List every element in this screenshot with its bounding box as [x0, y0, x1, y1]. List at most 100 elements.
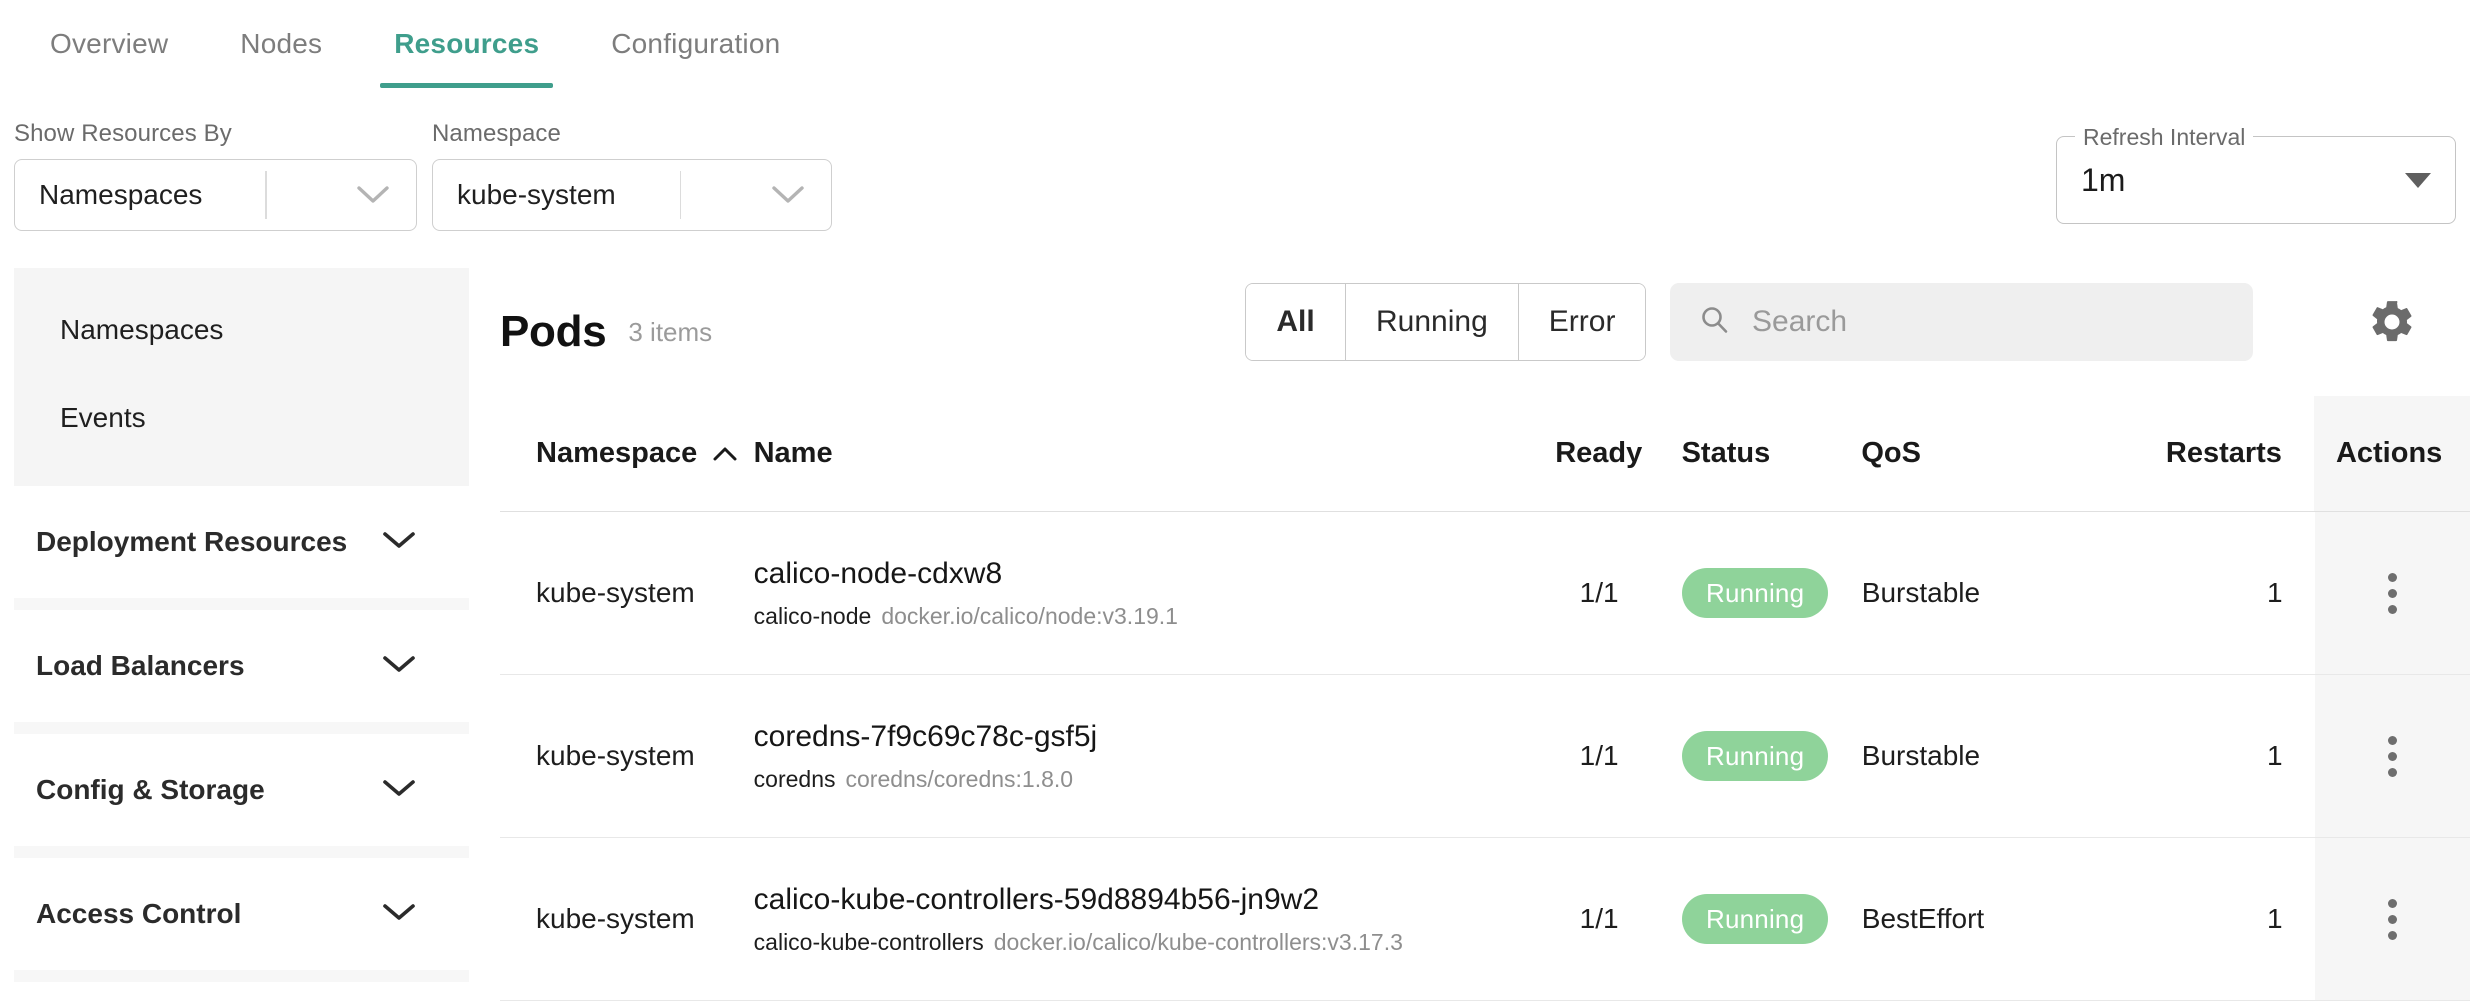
chevron-down-icon[interactable]: [381, 777, 417, 804]
namespace-select[interactable]: kube-system: [432, 159, 832, 231]
show-resources-by-select[interactable]: Namespaces: [14, 159, 417, 231]
sidebar-section-access-control[interactable]: Access Control: [14, 858, 469, 970]
table-header-row: Namespace Name Ready Status QoS Restarts…: [500, 396, 2470, 512]
cell-restarts: 1: [2266, 740, 2283, 771]
container-image: docker.io/calico/node:v3.19.1: [881, 602, 1178, 629]
filter-error-button[interactable]: Error: [1518, 284, 1646, 360]
container-name: coredns: [753, 765, 836, 792]
sidebar-section-load-balancers[interactable]: Load Balancers: [14, 610, 469, 722]
table-row[interactable]: kube-system coredns-7f9c69c78c-gsf5j cor…: [500, 675, 2470, 838]
pod-name[interactable]: calico-kube-controllers-59d8894b56-jn9w2: [754, 881, 1319, 919]
more-actions-icon[interactable]: [2387, 898, 2397, 940]
cell-qos: BestEffort: [1861, 903, 1985, 934]
search-icon: [1698, 304, 1730, 341]
show-resources-by-group: Show Resources By Namespaces: [14, 120, 417, 231]
cell-qos: Burstable: [1861, 740, 1981, 771]
cell-ready: 1/1: [1579, 740, 1619, 771]
table-row[interactable]: kube-system calico-kube-controllers-59d8…: [500, 838, 2470, 1001]
column-header-qos[interactable]: QoS: [1861, 396, 2104, 511]
cell-actions: [2314, 838, 2470, 1000]
chevron-down-icon[interactable]: [745, 184, 831, 206]
status-badge: Running: [1681, 731, 1829, 781]
caret-down-icon[interactable]: [2405, 172, 2431, 188]
search-box[interactable]: [1670, 283, 2253, 361]
cell-status: Running: [1672, 512, 1862, 674]
column-header-namespace[interactable]: Namespace: [500, 396, 754, 511]
cell-ready: 1/1: [1579, 577, 1619, 608]
chevron-down-icon[interactable]: [330, 184, 416, 206]
resources-sidebar: Namespaces Events Deployment Resources L…: [14, 268, 469, 1008]
cell-status: Running: [1672, 675, 1862, 837]
main-tab-bar: Overview Nodes Resources Configuration: [0, 0, 2470, 88]
container-name: calico-node: [753, 602, 872, 629]
content-header: Pods 3 items All Running Error: [500, 268, 2470, 396]
pod-container-info: coredns coredns/coredns:1.8.0: [754, 766, 1073, 794]
pod-name[interactable]: calico-node-cdxw8: [754, 555, 1002, 593]
cell-name: calico-node-cdxw8 calico-node docker.io/c…: [754, 512, 1527, 674]
cell-restarts: 1: [2266, 577, 2283, 608]
container-name: calico-kube-controllers: [753, 928, 984, 955]
table-row[interactable]: kube-system calico-node-cdxw8 calico-nod…: [500, 512, 2470, 675]
select-divider: [265, 171, 267, 219]
cell-qos: Burstable: [1861, 577, 1981, 608]
sidebar-section-deployment-resources[interactable]: Deployment Resources: [14, 486, 469, 598]
refresh-interval-select[interactable]: Refresh Interval 1m: [2056, 123, 2456, 224]
sidebar-section-label: Access Control: [36, 898, 242, 929]
column-header-actions: Actions: [2313, 396, 2470, 511]
sidebar-section-config-storage[interactable]: Config & Storage: [14, 734, 469, 846]
refresh-interval-label: Refresh Interval: [2075, 123, 2254, 151]
gear-icon[interactable]: [2360, 290, 2424, 354]
sidebar-item-namespaces[interactable]: Namespaces: [14, 286, 469, 374]
cell-namespace: kube-system: [536, 740, 695, 771]
cell-restarts: 1: [2266, 903, 2283, 934]
sidebar-item-label: Namespaces: [60, 314, 224, 345]
tab-overview[interactable]: Overview: [14, 0, 204, 88]
cell-name: calico-kube-controllers-59d8894b56-jn9w2…: [754, 838, 1527, 1000]
tab-configuration[interactable]: Configuration: [575, 0, 816, 88]
chevron-down-icon[interactable]: [381, 653, 417, 680]
refresh-interval-value: 1m: [2081, 161, 2126, 198]
cell-ready: 1/1: [1579, 903, 1619, 934]
container-image: coredns/coredns:1.8.0: [845, 765, 1074, 792]
pods-table: Namespace Name Ready Status QoS Restarts…: [500, 396, 2470, 1001]
column-header-status[interactable]: Status: [1672, 396, 1862, 511]
container-image: docker.io/calico/kube-controllers:v3.17.…: [993, 928, 1403, 955]
sidebar-section-label: Config & Storage: [36, 774, 265, 805]
cell-namespace: kube-system: [536, 577, 695, 608]
pod-container-info: calico-kube-controllers docker.io/calico/…: [754, 929, 1403, 957]
more-actions-icon[interactable]: [2387, 735, 2397, 777]
resources-main: Pods 3 items All Running Error Search Na…: [500, 268, 2470, 1008]
status-badge: Running: [1681, 894, 1829, 944]
status-filter-group: All Running Error: [1245, 283, 1647, 361]
cell-name: coredns-7f9c69c78c-gsf5j coredns coredns/…: [754, 675, 1527, 837]
chevron-down-icon[interactable]: [381, 529, 417, 556]
chevron-down-icon[interactable]: [381, 901, 417, 928]
table-header: Namespace Name Ready Status QoS Restarts…: [500, 396, 2470, 512]
sidebar-section-label: Deployment Resources: [36, 526, 348, 557]
select-divider: [679, 171, 682, 219]
cluster-resources-page: Overview Nodes Resources Configuration S…: [0, 0, 2470, 1008]
cell-namespace: kube-system: [536, 903, 695, 934]
search-input[interactable]: [1752, 305, 2212, 339]
namespace-group: Namespace kube-system: [432, 120, 832, 231]
cell-actions: [2314, 675, 2470, 837]
show-resources-by-value: Namespaces: [39, 179, 203, 210]
filter-running-button[interactable]: Running: [1346, 284, 1519, 360]
column-header-ready[interactable]: Ready: [1526, 396, 1672, 511]
pod-name[interactable]: coredns-7f9c69c78c-gsf5j: [754, 718, 1098, 756]
tab-resources[interactable]: Resources: [358, 0, 575, 88]
filter-all-button[interactable]: All: [1246, 284, 1346, 360]
item-count: 3 items: [628, 316, 713, 347]
namespace-value: kube-system: [457, 179, 616, 210]
sidebar-section-label: Load Balancers: [36, 650, 245, 681]
refresh-interval-group: Refresh Interval 1m: [2056, 123, 2456, 224]
cell-status: Running: [1672, 838, 1862, 1000]
sidebar-divider: [14, 970, 469, 982]
show-resources-by-label: Show Resources By: [14, 120, 232, 147]
sidebar-item-events[interactable]: Events: [14, 374, 469, 462]
tab-nodes[interactable]: Nodes: [204, 0, 358, 88]
more-actions-icon[interactable]: [2387, 572, 2397, 614]
column-header-name[interactable]: Name: [754, 396, 1526, 511]
sort-ascending-icon: [711, 445, 739, 463]
column-header-restarts[interactable]: Restarts: [2104, 396, 2314, 511]
